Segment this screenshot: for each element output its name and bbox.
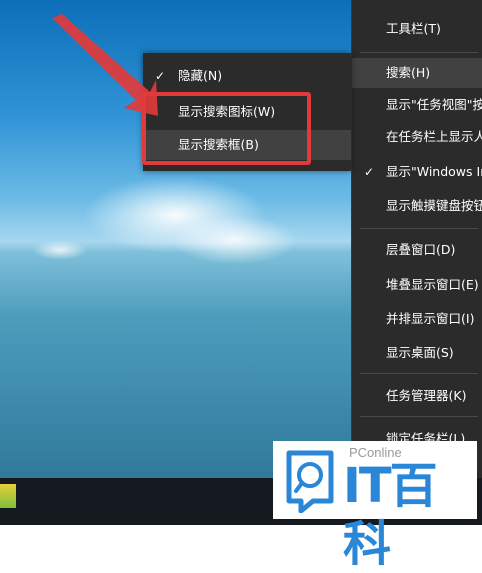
watermark-logo: PConline IT百科 — [273, 441, 477, 572]
annotation-highlight-box — [142, 92, 311, 165]
pconline-logo-icon — [286, 450, 334, 513]
watermark-brand-big: IT百科 — [343, 458, 438, 572]
